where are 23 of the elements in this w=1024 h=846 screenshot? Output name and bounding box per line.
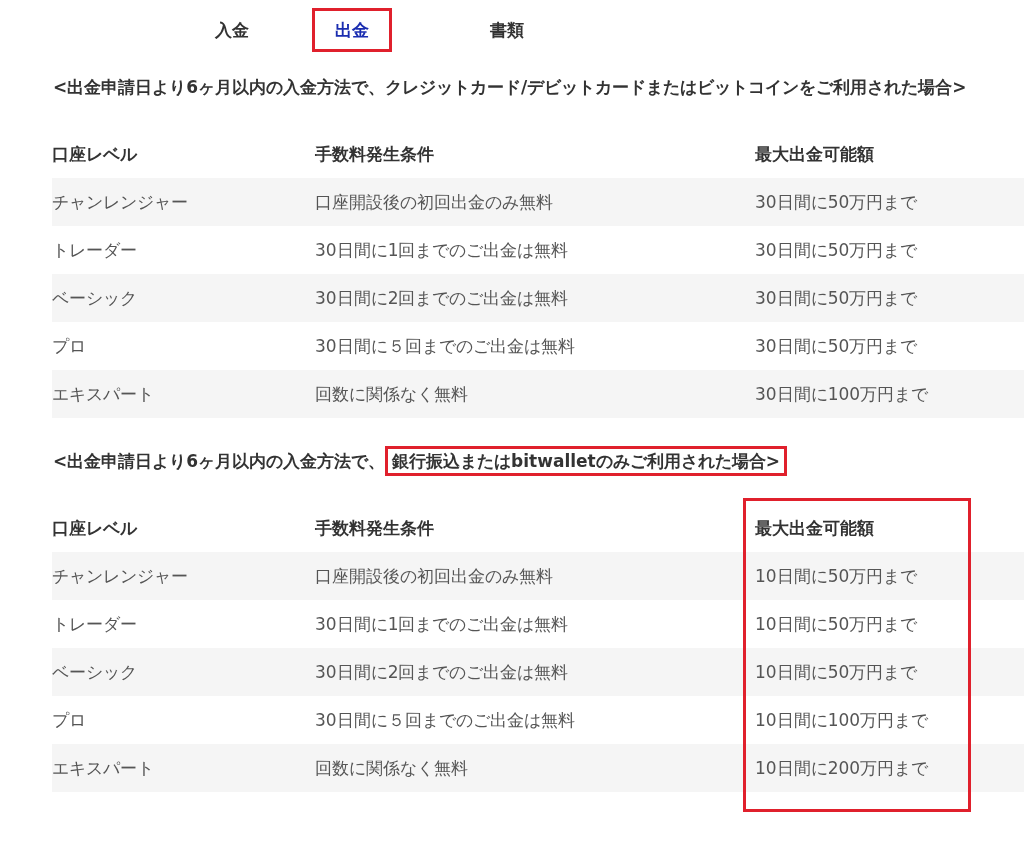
table-cell: 10日間に200万円まで [755,744,1024,792]
table-cell: 30日間に2回までのご出金は無料 [315,274,755,322]
table-cell: ベーシック [52,648,315,696]
table-cell: 口座開設後の初回出金のみ無料 [315,178,755,226]
tab[interactable]: 入金 [212,8,252,52]
table-cell: 30日間に50万円まで [755,178,1024,226]
table-cell: 30日間に50万円まで [755,274,1024,322]
tab[interactable]: 出金 [312,8,392,52]
table-cell: 10日間に50万円まで [755,552,1024,600]
section-heading: <出金申請日より6ヶ月以内の入金方法で、 銀行振込またはbitwalletのみご利用された場合> [47,426,1024,476]
table-cell: 30日間に100万円まで [755,370,1024,418]
table-cell: チャンレンジャー [52,178,315,226]
table-cell: チャンレンジャー [52,552,315,600]
table-cell: エキスパート [52,370,315,418]
table-cell: 口座開設後の初回出金のみ無料 [315,552,755,600]
table-cell: 回数に関係なく無料 [315,370,755,418]
section-heading: <出金申請日より6ヶ月以内の入金方法で、クレジットカード/デビットカードまたはビットコインをご利用された場合> [52,76,968,99]
table-cell: エキスパート [52,744,315,792]
table-cell: 回数に関係なく無料 [315,744,755,792]
table-cell: 30日間に2回までのご出金は無料 [315,648,755,696]
table-cell: ベーシック [52,274,315,322]
table-cell: 10日間に50万円まで [755,648,1024,696]
tab[interactable]: 書類 [452,8,562,52]
